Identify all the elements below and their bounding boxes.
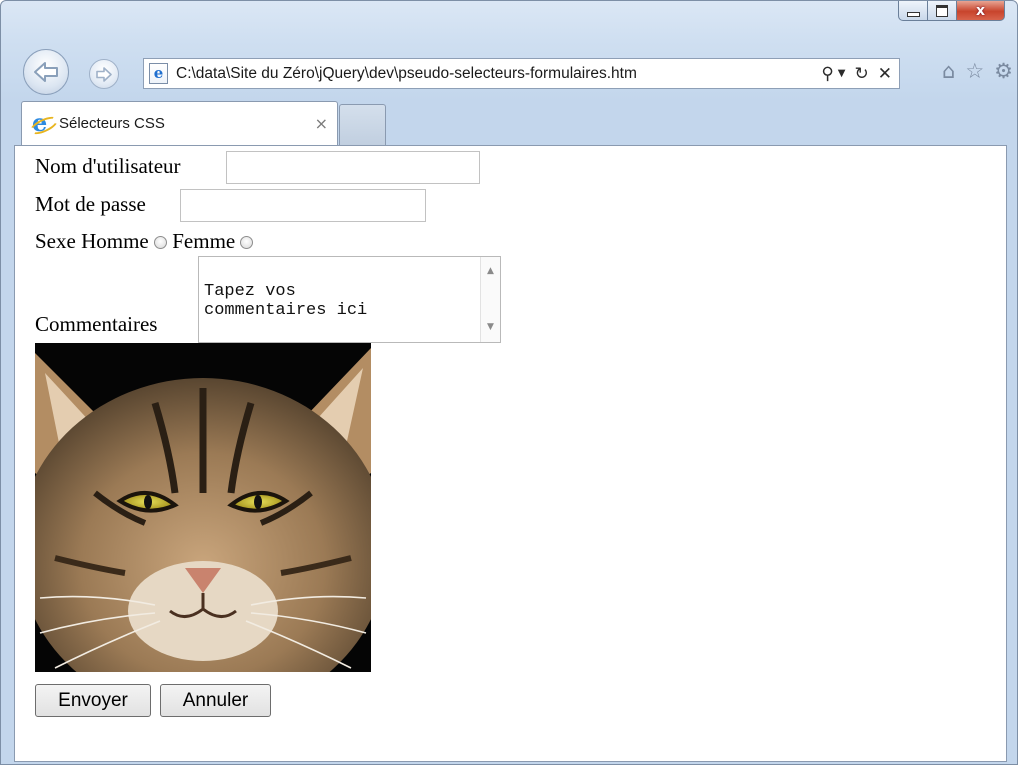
- gender-row: Sexe Homme Femme: [35, 229, 254, 254]
- envoyer-button[interactable]: Envoyer: [35, 684, 151, 717]
- close-button[interactable]: x: [957, 1, 1005, 21]
- password-field[interactable]: [180, 189, 426, 222]
- cat-photo: [18, 343, 388, 718]
- star-icon[interactable]: ☆: [965, 59, 984, 83]
- comments-text: Tapez vos commentaires ici: [204, 282, 368, 320]
- radio-femme[interactable]: [240, 236, 254, 249]
- chevron-down-icon[interactable]: ▼: [838, 68, 846, 79]
- search-icon[interactable]: ⚲: [821, 64, 833, 84]
- cat-face-illustration: [18, 343, 388, 718]
- gender-label: Sexe: [35, 229, 76, 253]
- new-tab-button[interactable]: [339, 104, 386, 145]
- gender-female-label: Femme: [172, 229, 236, 253]
- browser-toolbar-icons: ⌂ ☆ ⚙: [942, 59, 1013, 83]
- address-bar[interactable]: e C:\data\Site du Zéro\jQuery\dev\pseudo…: [143, 58, 900, 89]
- username-label: Nom d'utilisateur: [35, 154, 181, 178]
- stop-icon[interactable]: ✕: [878, 64, 892, 84]
- home-icon[interactable]: ⌂: [942, 59, 955, 83]
- gear-icon[interactable]: ⚙: [994, 59, 1013, 83]
- maximize-button[interactable]: [928, 1, 957, 21]
- refresh-icon[interactable]: ↻: [855, 64, 869, 84]
- close-tab-icon[interactable]: ×: [315, 114, 328, 133]
- page-icon: e: [149, 63, 168, 84]
- maximize-icon: [936, 4, 948, 17]
- comments-textarea[interactable]: Tapez vos commentaires ici ▲ ▼: [198, 256, 501, 343]
- radio-homme[interactable]: [153, 236, 167, 249]
- minimize-icon: [906, 11, 920, 17]
- browser-window: x e C:\data\Site du Zéro\jQuery\dev\pseu…: [0, 0, 1018, 765]
- username-field[interactable]: [226, 151, 480, 184]
- scroll-up-icon[interactable]: ▲: [481, 262, 500, 281]
- tab-selecteurs-css[interactable]: e Sélecteurs CSS ×: [21, 101, 338, 145]
- arrow-right-icon: [96, 66, 112, 82]
- password-label: Mot de passe: [35, 192, 146, 216]
- scroll-down-icon[interactable]: ▼: [481, 318, 500, 337]
- tab-title: Sélecteurs CSS: [59, 115, 165, 132]
- close-icon: x: [975, 2, 986, 19]
- textarea-scrollbar[interactable]: ▲ ▼: [480, 257, 500, 342]
- window-controls: x: [898, 1, 1005, 23]
- minimize-button[interactable]: [898, 1, 928, 21]
- arrow-left-icon: [34, 62, 58, 82]
- back-button[interactable]: [23, 49, 69, 95]
- address-tools: ⚲ ▼ ↻ ✕: [821, 64, 899, 84]
- annuler-button[interactable]: Annuler: [160, 684, 271, 717]
- address-url[interactable]: C:\data\Site du Zéro\jQuery\dev\pseudo-s…: [176, 65, 821, 83]
- internet-explorer-icon: e: [27, 108, 61, 138]
- comments-label: Commentaires: [35, 312, 158, 336]
- forward-button[interactable]: [89, 59, 119, 89]
- gender-male-label: Homme: [81, 229, 149, 253]
- page-content: Nom d'utilisateur Mot de passe Sexe Homm…: [14, 145, 1007, 762]
